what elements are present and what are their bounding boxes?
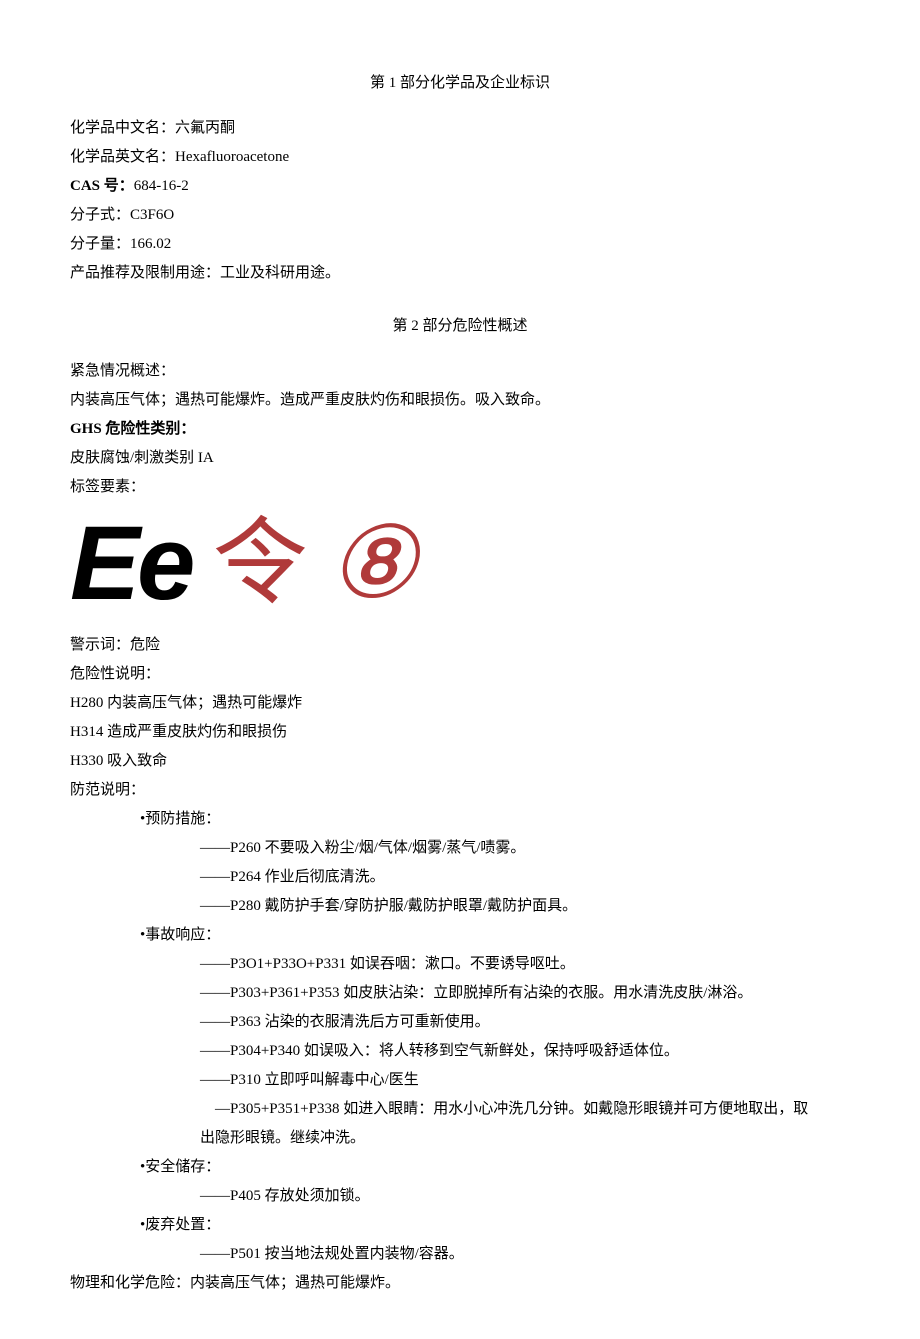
- en-name-row: 化学品英文名：Hexafluoroacetone: [70, 144, 850, 171]
- pictogram-circled8-icon: ⑧: [327, 514, 417, 614]
- cn-name-label: 化学品中文名：: [70, 120, 175, 136]
- p305b: 出隐形眼镜。继续冲洗。: [70, 1125, 850, 1152]
- hazard-label: 危险性说明：: [70, 661, 850, 688]
- p264: ——P264 作业后彻底清洗。: [70, 864, 850, 891]
- physchem-value: 内装高压气体；遇热可能爆炸。: [190, 1275, 400, 1291]
- cas-label: CAS 号：: [70, 178, 134, 194]
- h280: H280 内装高压气体；遇热可能爆炸: [70, 690, 850, 717]
- p304: ——P304+P340 如误吸入：将人转移到空气新鲜处，保持呼吸舒适体位。: [70, 1038, 850, 1065]
- p363: ——P363 沾染的衣服清洗后方可重新使用。: [70, 1009, 850, 1036]
- p301: ——P3O1+P33O+P331 如误吞咽：漱口。不要诱导呕吐。: [70, 951, 850, 978]
- cas-value: 684-16-2: [134, 178, 189, 194]
- cn-name-row: 化学品中文名：六氟丙酮: [70, 115, 850, 142]
- precaution-label: 防范说明：: [70, 777, 850, 804]
- p280: ——P280 戴防护手套/穿防护服/戴防护眼罩/戴防护面具。: [70, 893, 850, 920]
- section2-title: 第 2 部分危险性概述: [70, 313, 850, 340]
- ghs-skin: 皮肤腐蚀/刺激类别 IA: [70, 445, 850, 472]
- signal-label: 警示词：: [70, 637, 130, 653]
- formula-row: 分子式：C3F6O: [70, 202, 850, 229]
- use-row: 产品推荐及限制用途：工业及科研用途。: [70, 260, 850, 287]
- p260: ——P260 不要吸入粉尘/烟/气体/烟雾/蒸气/啧雾。: [70, 835, 850, 862]
- formula-label: 分子式：: [70, 207, 130, 223]
- physchem-row: 物理和化学危险：内装高压气体；遇热可能爆炸。: [70, 1270, 850, 1297]
- cas-row: CAS 号：684-16-2: [70, 173, 850, 200]
- pictogram-ee-icon: Ee: [70, 511, 192, 616]
- emergency-value: 内装高压气体；遇热可能爆炸。造成严重皮肤灼伤和眼损伤。吸入致命。: [70, 387, 850, 414]
- mw-label: 分子量：: [70, 236, 130, 252]
- en-name-label: 化学品英文名：: [70, 149, 175, 165]
- ghs-label: GHS 危险性类别：: [70, 416, 850, 443]
- formula-value: C3F6O: [130, 207, 174, 223]
- signal-value: 危险: [130, 637, 160, 653]
- p305a: —P305+P351+P338 如进入眼睛：用水小心冲洗几分钟。如戴隐形眼镜并可…: [70, 1096, 850, 1123]
- cn-name-value: 六氟丙酮: [175, 120, 235, 136]
- mw-row: 分子量：166.02: [70, 231, 850, 258]
- mw-value: 166.02: [130, 236, 171, 252]
- h330: H330 吸入致命: [70, 748, 850, 775]
- section1-title: 第 1 部分化学品及企业标识: [70, 70, 850, 97]
- p405: ——P405 存放处须加锁。: [70, 1183, 850, 1210]
- h314: H314 造成严重皮肤灼伤和眼损伤: [70, 719, 850, 746]
- pictogram-row: Ee 令 ⑧: [70, 511, 850, 616]
- label-elements: 标签要素：: [70, 474, 850, 501]
- emergency-label: 紧急情况概述：: [70, 358, 850, 385]
- p501: ——P501 按当地法规处置内装物/容器。: [70, 1241, 850, 1268]
- p310: ——P310 立即呼叫解毒中心/医生: [70, 1067, 850, 1094]
- disposal-title: •废弃处置：: [70, 1212, 850, 1239]
- physchem-label: 物理和化学危险：: [70, 1275, 190, 1291]
- storage-title: •安全储存：: [70, 1154, 850, 1181]
- prevention-title: •预防措施：: [70, 806, 850, 833]
- use-label: 产品推荐及限制用途：: [70, 265, 220, 281]
- response-title: •事故响应：: [70, 922, 850, 949]
- signal-row: 警示词：危险: [70, 632, 850, 659]
- en-name-value: Hexafluoroacetone: [175, 149, 289, 165]
- pictogram-ling-icon: 令: [212, 516, 307, 611]
- use-value: 工业及科研用途。: [220, 265, 340, 281]
- p303: ——P303+P361+P353 如皮肤沾染：立即脱掉所有沾染的衣服。用水清洗皮…: [70, 980, 850, 1007]
